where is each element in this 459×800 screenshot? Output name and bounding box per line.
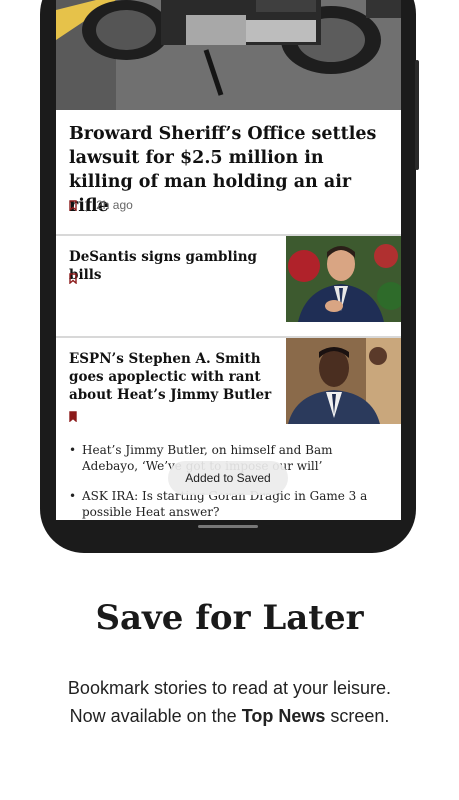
promo-line-1: Bookmark stories to read at your leisure… <box>67 678 392 698</box>
story-timestamp: 2h ago <box>96 198 133 212</box>
story-meta: | 2h ago <box>69 198 133 212</box>
story-thumbnail-desantis[interactable] <box>286 236 401 322</box>
story-card-desantis[interactable]: DeSantis signs gambling bills <box>56 236 401 336</box>
promo-line-2-highlight: Top News <box>241 706 326 726</box>
promo-title: Save for Later <box>95 598 364 638</box>
added-to-saved-toast: Added to Saved <box>168 461 288 495</box>
home-indicator[interactable] <box>198 525 258 528</box>
promo-description: Bookmark stories to read at your leisure… <box>0 674 459 730</box>
bookmark-outline-icon[interactable] <box>69 273 77 284</box>
app-screen: Broward Sheriff’s Office settles lawsuit… <box>56 0 401 520</box>
hero-image-motorcycle[interactable] <box>56 0 401 110</box>
story-card-bso-lawsuit[interactable]: Broward Sheriff’s Office settles lawsuit… <box>56 110 401 234</box>
bookmark-outline-icon[interactable] <box>69 199 77 211</box>
bookmark-filled-icon[interactable] <box>69 411 77 422</box>
story-thumbnail-stephen-a-smith[interactable] <box>286 338 401 424</box>
promo-line-2-prefix: Now available on the <box>69 706 237 726</box>
meta-separator: | <box>85 198 89 212</box>
story-headline[interactable]: ESPN’s Stephen A. Smith goes apoplectic … <box>69 350 279 404</box>
story-headline[interactable]: DeSantis signs gambling bills <box>69 248 279 284</box>
phone-side-button <box>415 60 419 170</box>
promo-line-2-suffix: screen. <box>330 706 390 726</box>
